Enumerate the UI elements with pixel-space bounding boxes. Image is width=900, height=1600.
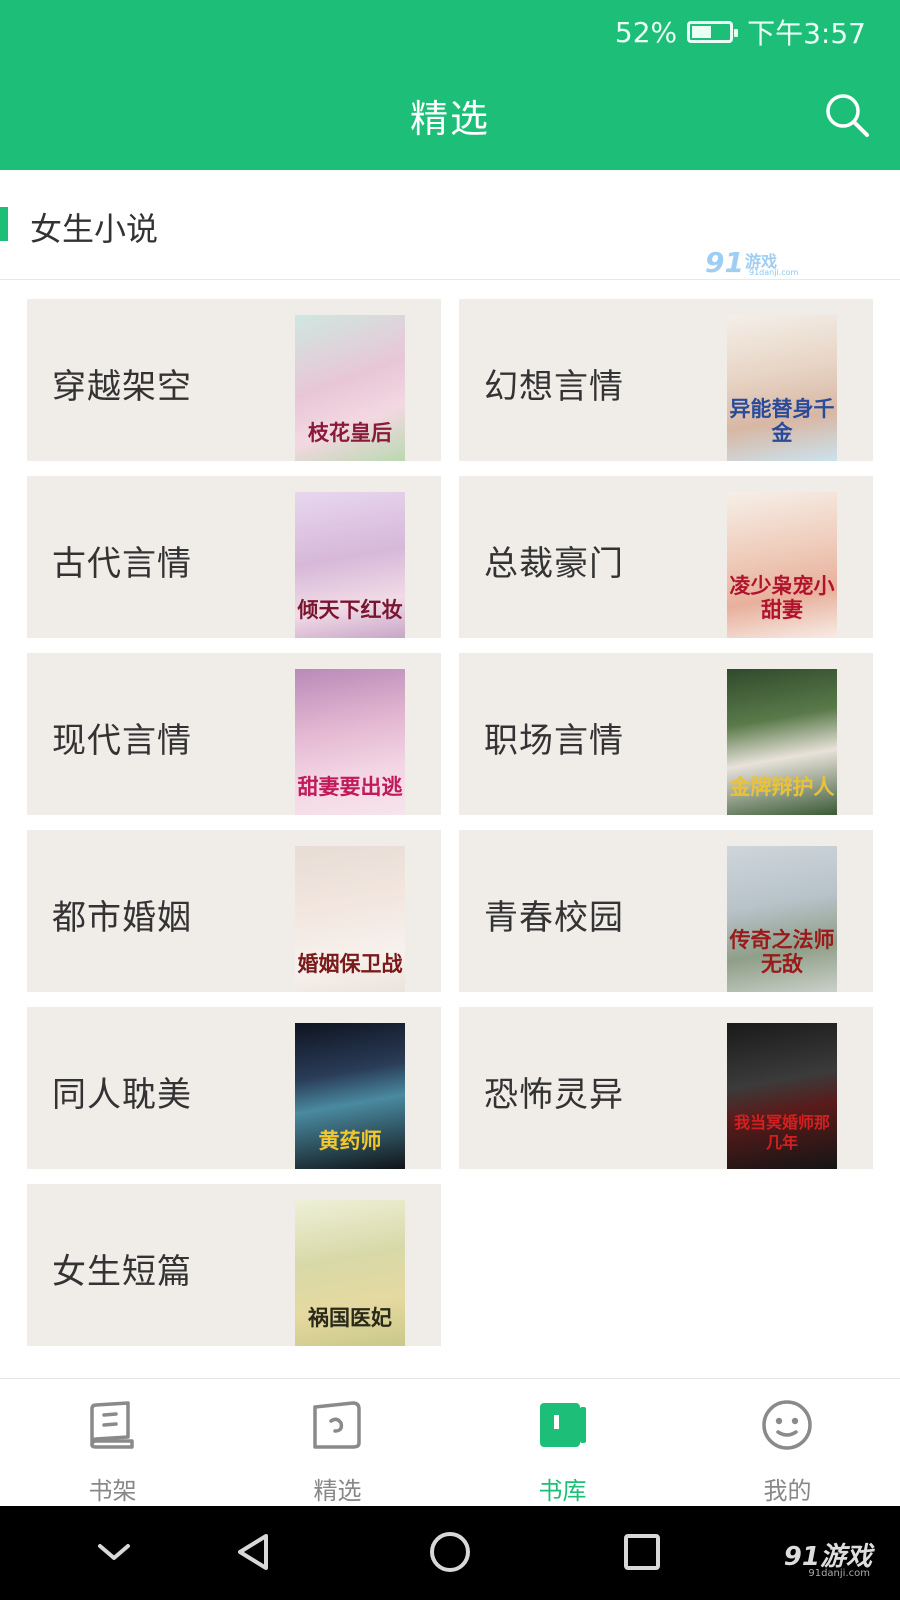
section-accent-bar [0,207,8,241]
nav-label: 精选 [313,1477,362,1505]
book-cover: 我当冥婚师那几年 [727,1023,837,1169]
nav-item-library[interactable]: 书库 [450,1379,675,1507]
nav-label: 我的 [763,1477,812,1505]
category-name: 总裁豪门 [484,544,624,584]
category-card[interactable]: 古代言情 倾天下红妆 [27,476,441,638]
battery-icon [687,21,739,43]
category-name: 女生短篇 [52,1252,192,1292]
watermark-url: 91danji.com [749,268,799,277]
cover-title: 黄药师 [318,1128,382,1153]
category-card[interactable]: 青春校园 传奇之法师无敌 [459,830,873,992]
collapse-icon[interactable] [92,1530,136,1574]
book-cover: 倾天下红妆 [295,492,405,638]
recents-icon[interactable] [620,1530,664,1574]
category-name: 都市婚姻 [52,898,192,938]
section-title: 女生小说 [30,210,159,248]
book-cover: 祸国医妃 [295,1200,405,1346]
section-header: 女生小说 91 游戏 91danji.com [0,170,900,280]
system-nav-bar: 91游戏 91danji.com [0,1506,900,1600]
book-cover: 凌少枭宠小甜妻 [727,492,837,638]
category-card[interactable]: 现代言情 甜妻要出逃 [27,653,441,815]
cover-title: 金牌辩护人 [729,774,835,799]
cover-title: 甜妻要出逃 [297,774,403,799]
category-card[interactable]: 职场言情 金牌辩护人 [459,653,873,815]
category-name: 恐怖灵异 [484,1075,624,1115]
book-cover: 异能替身千金 [727,315,837,461]
cover-title: 凌少枭宠小甜妻 [729,573,835,622]
bookshelf-icon [90,1401,134,1449]
nav-item-featured[interactable]: 精选 [225,1379,450,1507]
cover-title: 我当冥婚师那几年 [733,1113,830,1152]
library-icon [540,1403,586,1447]
book-cover: 枝花皇后 [295,315,405,461]
category-name: 古代言情 [52,544,192,584]
category-card[interactable]: 都市婚姻 婚姻保卫战 [27,830,441,992]
book-cover: 婚姻保卫战 [295,846,405,992]
cover-title: 传奇之法师无敌 [729,927,835,976]
profile-icon [762,1400,812,1450]
battery-percent: 52% [614,15,678,49]
category-card[interactable]: 女生短篇 祸国医妃 [27,1184,441,1346]
category-name: 幻想言情 [484,367,624,407]
category-name: 同人耽美 [52,1075,192,1115]
category-name: 职场言情 [484,721,624,761]
bottom-nav: 书架 精选 书库 我的 [0,1378,900,1506]
featured-icon [313,1401,361,1449]
category-card[interactable]: 幻想言情 异能替身千金 [459,299,873,461]
book-cover: 黄药师 [295,1023,405,1169]
cover-title: 异能替身千金 [729,396,835,445]
app-header: 52% 下午3:57 精选 [0,0,900,170]
category-name: 穿越架空 [52,367,192,407]
home-icon[interactable] [428,1530,472,1574]
battery-level [692,26,711,38]
book-cover: 传奇之法师无敌 [727,846,837,992]
category-card[interactable]: 同人耽美 黄药师 [27,1007,441,1169]
page-title: 精选 [409,97,490,141]
book-cover: 金牌辩护人 [727,669,837,815]
status-bar: 52% 下午3:57 [615,12,866,52]
back-icon[interactable] [232,1530,276,1574]
category-card[interactable]: 总裁豪门 凌少枭宠小甜妻 [459,476,873,638]
category-name: 现代言情 [52,721,192,761]
nav-label: 书架 [88,1477,137,1505]
book-cover: 甜妻要出逃 [295,669,405,815]
cover-title: 倾天下红妆 [297,597,403,622]
category-card[interactable]: 恐怖灵异 我当冥婚师那几年 [459,1007,873,1169]
nav-item-profile[interactable]: 我的 [675,1379,900,1507]
nav-label: 书库 [538,1477,587,1505]
watermark-number: 91 [705,246,744,279]
nav-item-bookshelf[interactable]: 书架 [0,1379,225,1507]
cover-title: 祸国医妃 [308,1305,392,1330]
cover-title: 枝花皇后 [308,420,392,445]
clock: 下午3:57 [747,17,866,50]
watermark-logo: 91 游戏 91danji.com [705,246,799,280]
search-icon[interactable] [824,92,870,138]
category-name: 青春校园 [484,898,624,938]
watermark-url-bottom: 91danji.com [808,1568,870,1579]
cover-title: 婚姻保卫战 [297,951,403,976]
category-card[interactable]: 穿越架空 枝花皇后 [27,299,441,461]
